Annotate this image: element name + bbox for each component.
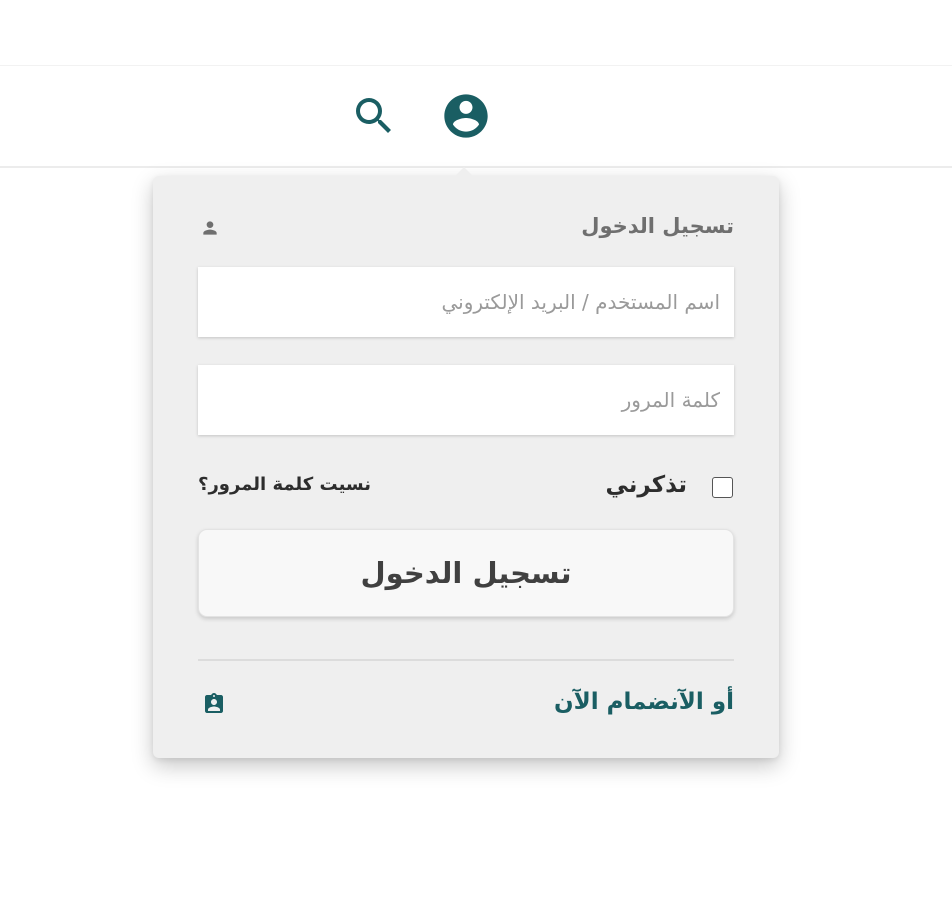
site-header — [0, 66, 952, 168]
top-strip — [0, 0, 952, 66]
account-button[interactable] — [440, 90, 492, 142]
search-icon — [356, 98, 391, 133]
username-email-input[interactable] — [198, 267, 734, 337]
dropdown-caret — [454, 167, 474, 177]
join-now-link[interactable]: أو الآنضمام الآن — [554, 689, 734, 715]
login-title: تسجيل الدخول — [581, 214, 734, 238]
search-button[interactable] — [348, 90, 400, 142]
remember-me-label[interactable]: تذكرني — [605, 472, 687, 498]
remember-forgot-row: تذكرني نسيت كلمة المرور؟ — [198, 472, 734, 502]
forgot-password-link[interactable]: نسيت كلمة المرور؟ — [198, 474, 371, 495]
person-icon — [203, 221, 217, 235]
contact-badge-icon[interactable] — [202, 692, 226, 716]
divider — [198, 659, 734, 661]
remember-me-checkbox[interactable] — [712, 477, 733, 498]
join-row: أو الآنضمام الآن — [198, 689, 734, 723]
password-input[interactable] — [198, 365, 734, 435]
account-circle-icon — [444, 94, 488, 138]
login-header: تسجيل الدخول — [198, 212, 734, 242]
login-dropdown: تسجيل الدخول تذكرني نسيت كلمة المرور؟ تس… — [153, 167, 779, 758]
login-submit-button[interactable]: تسجيل الدخول — [198, 529, 734, 617]
